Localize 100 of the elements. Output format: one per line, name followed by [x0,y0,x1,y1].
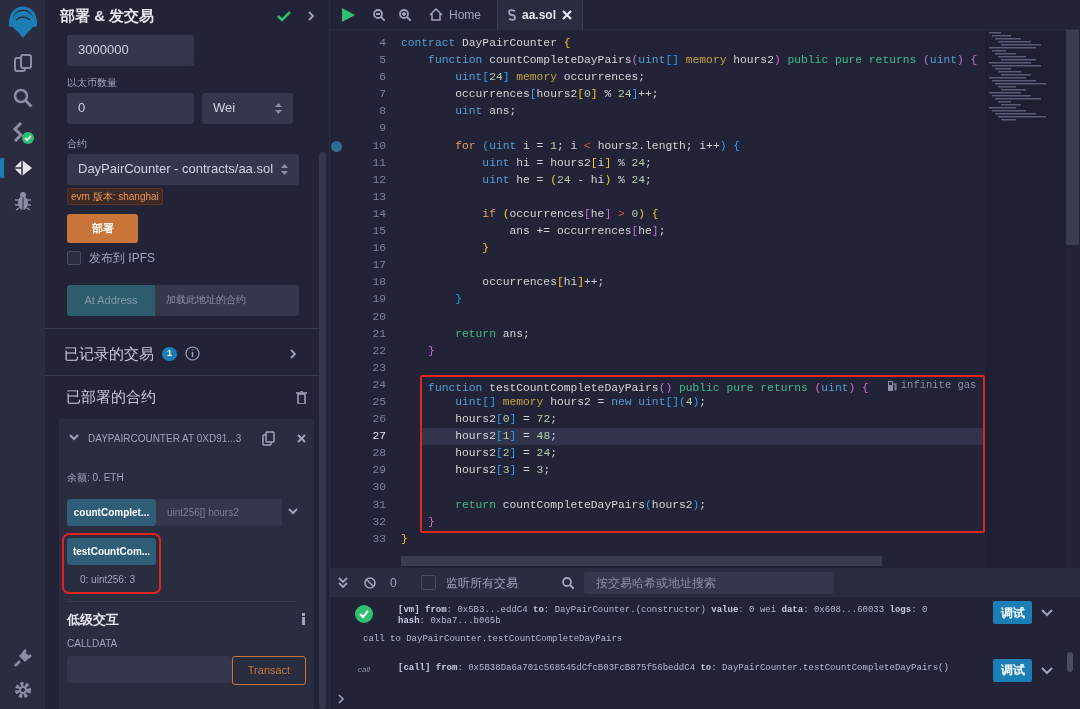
pending-count: 0 [390,574,397,592]
field-label: CALLDATA [67,637,119,651]
field-label: 合约 [67,136,88,151]
checkbox[interactable] [67,250,81,265]
line-number: 33 [371,531,387,547]
files-icon[interactable] [12,53,33,75]
field-label: 以太币数量 [67,75,118,90]
function-button[interactable]: testCountCom... [67,537,156,565]
copy-icon[interactable] [262,430,275,446]
scrollbar[interactable] [401,556,882,566]
code-line: occurrences[hours2[0] % 24]++; [454,88,659,101]
evm-version-tag: evm 版本: shanghai [67,187,163,205]
search-field[interactable]: 按交易哈希或地址搜索 [583,571,834,594]
gas-limit-field[interactable]: 3000000 [67,34,194,66]
code-line: hours2[1] = 48; [454,430,557,443]
chevron-right-icon[interactable] [289,348,297,359]
address-field[interactable]: 加载此地址的合约 [155,284,299,316]
line-number: 14 [371,206,387,222]
chevron-down-icon[interactable] [1041,666,1053,675]
sort-caret-icon [281,163,288,175]
trash-icon[interactable] [296,390,307,404]
code-line: hours2[0] = 72; [454,413,557,426]
plug-icon[interactable] [12,648,33,668]
calldata-field[interactable] [67,656,232,683]
code-line: } [481,242,490,255]
code-line: if (occurrences[he] > 0) { [481,207,659,220]
contract-select[interactable]: DayPairCounter - contracts/aa.sol [67,153,299,185]
line-number: 23 [371,360,387,376]
section-title: 已记录的交易 [64,343,154,364]
line-number: 11 [371,155,387,171]
breakpoint-dot[interactable] [331,140,342,152]
count-badge: 1 [162,346,177,361]
settings-icon[interactable] [13,681,32,699]
zoom-out-icon[interactable] [373,8,385,21]
search-icon[interactable] [561,576,574,589]
prompt-chevron-icon [338,693,345,704]
info-icon[interactable] [301,613,306,626]
code-line: ans += occurrences[he]; [508,225,666,238]
scrollbar[interactable] [1067,652,1073,672]
code-line: hours2[3] = 3; [454,464,551,477]
deploy-icon[interactable] [11,158,34,178]
log-entry: [vm] from: 0x5B3...eddC4 to: DayPairCounter.(constructor) value: 0 wei data: 0x608...60033 logs: 0 hash: 0xba7...b065b [398,604,929,627]
line-number: 22 [371,343,387,359]
zoom-in-icon[interactable] [399,8,411,21]
log-message: call to DayPairCounter.testCountCompleteDayPairs [362,633,624,646]
debug-button[interactable]: 调试 [993,601,1032,624]
scrollbar[interactable] [1066,30,1079,245]
fuel-pump-icon [886,379,897,391]
code-line: uint[] memory hours2 = new uint[](4); [454,395,707,408]
call-tag: call [330,658,398,676]
bug-icon[interactable] [13,191,32,211]
check-icon [277,9,291,22]
code-line: uint he = (24 - hi) % 24; [481,173,652,186]
code-line: occurrences[hi]++; [481,276,605,289]
search-icon[interactable] [12,88,33,108]
info-icon[interactable] [185,346,200,362]
function-button[interactable]: countComplet... [67,498,156,526]
close-icon[interactable] [297,433,306,443]
line-number: 19 [371,292,387,308]
play-icon[interactable] [342,7,355,22]
line-number: 31 [371,497,387,513]
chevron-down-icon[interactable] [288,508,298,516]
code-line: hours2[2] = 24; [454,447,557,460]
unit-select[interactable]: Wei [202,92,293,124]
sort-caret-icon [275,102,282,114]
checkbox[interactable] [420,575,436,590]
editor-tab[interactable]: aa.sol [497,0,584,30]
line-number: 32 [371,514,387,530]
chevron-right-icon[interactable] [307,10,315,21]
clear-icon[interactable] [364,576,376,589]
checkbox-label: 监听所有交易 [445,574,518,592]
panel-title: 部署 & 发交易 [60,5,156,26]
section-title: 低级交互 [67,610,120,629]
code-line: } [427,344,435,357]
debug-button[interactable]: 调试 [993,658,1032,682]
code-line: return ans; [454,327,530,340]
compiler-icon[interactable] [10,121,35,145]
chevron-down-icon[interactable] [1041,609,1053,617]
line-number: 16 [371,241,387,257]
contract-instance-title: DAYPAIRCOUNTER AT 0XD91...3 [88,431,243,446]
value-field[interactable]: 0 [67,92,194,124]
scrollbar[interactable] [319,152,326,709]
transact-button[interactable]: Transact [232,656,306,685]
double-chevron-down-icon[interactable] [338,577,348,588]
minimap[interactable] [985,30,1065,568]
line-number: 26 [371,412,387,428]
line-number: 5 [378,53,387,69]
code-line: for (uint i = 1; i < hours2.length; i++) { [454,139,740,152]
chevron-down-icon[interactable] [69,434,79,442]
line-number: 8 [378,104,387,120]
log-entry: [call] from: 0x5B38Da6a701c568545dCfcB03FcB875f56beddC4 to: DayPairCounter.testCountCompleteDayPairs() [398,661,950,674]
editor-tab[interactable]: Home [419,0,491,30]
line-number: 18 [371,275,387,291]
code-line: function countCompleteDayPairs(uint[] memory hours2) public pure returns (uint) { [427,54,978,67]
line-number: 17 [371,258,387,274]
line-number: 9 [378,121,387,137]
balance-text: 余额: 0. ETH [67,470,125,485]
line-number: 20 [371,309,387,325]
line-number: 21 [371,326,387,342]
deploy-button[interactable]: 部署 [67,213,138,243]
